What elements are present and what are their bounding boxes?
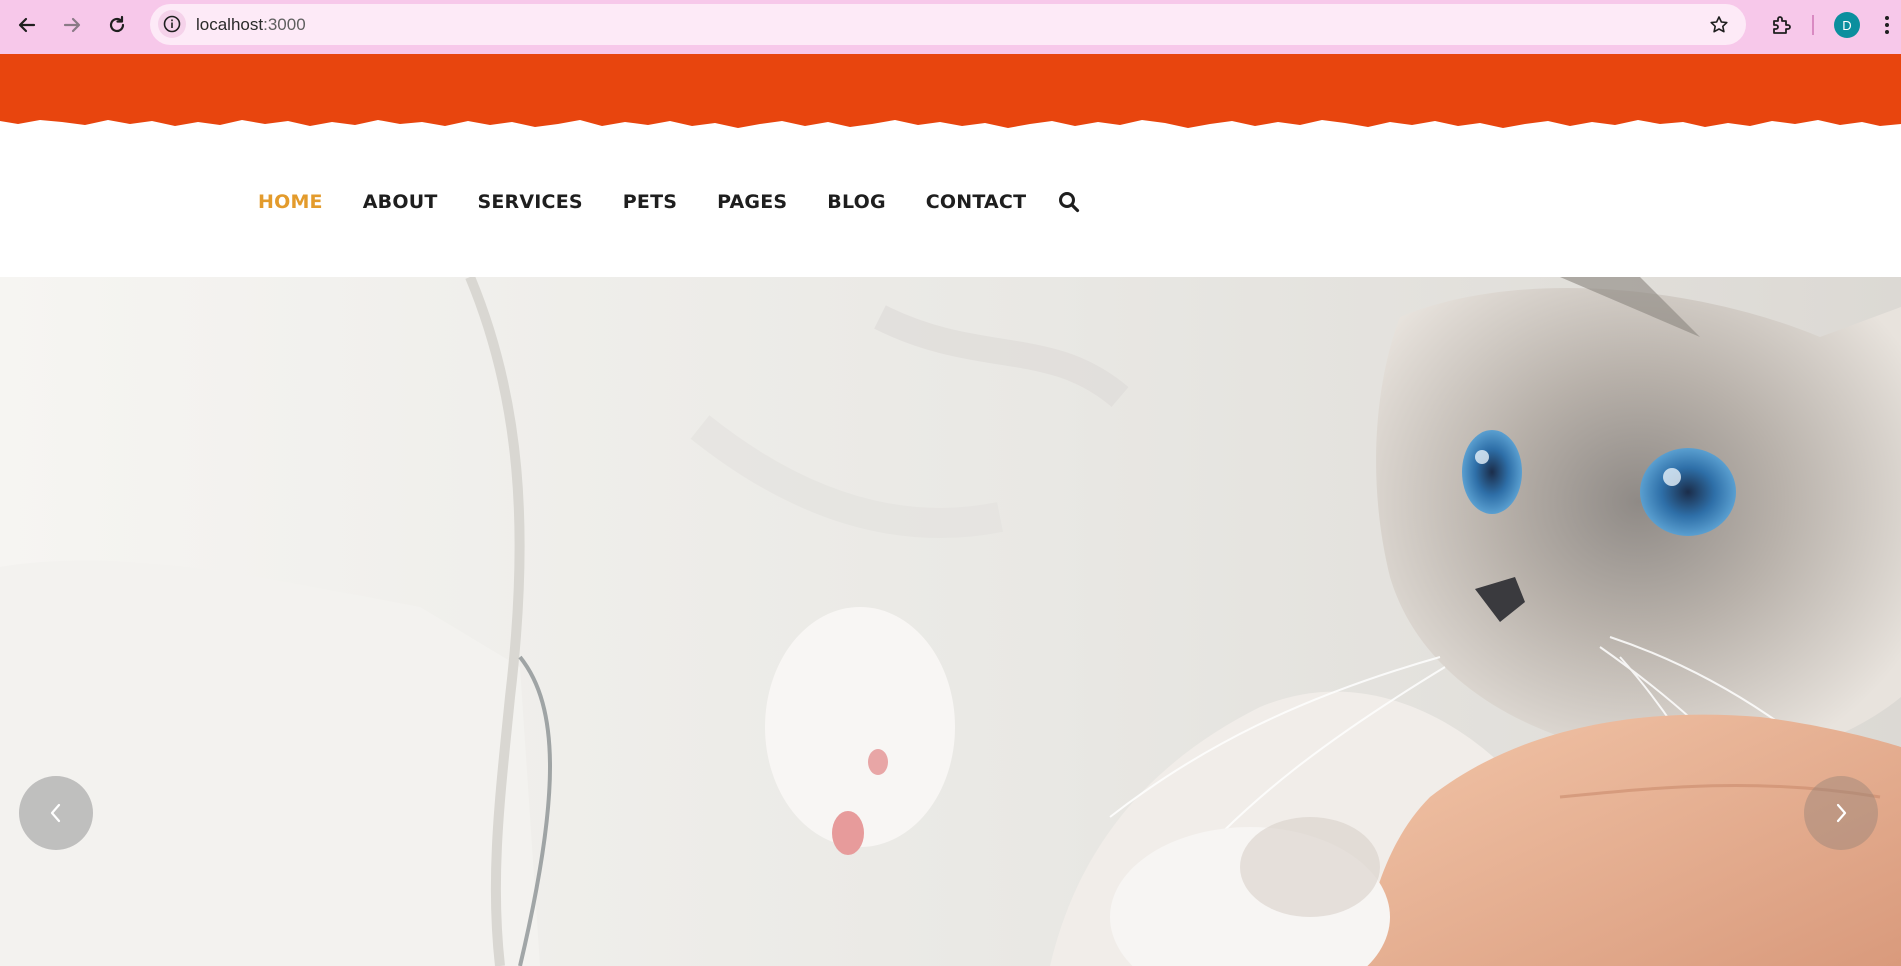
carousel-prev-button[interactable] (19, 776, 93, 850)
nav-pages[interactable]: PAGES (717, 191, 787, 213)
url-text[interactable]: localhost:3000 (196, 15, 306, 35)
hero-carousel (0, 277, 1901, 966)
main-navigation: HOME ABOUT SERVICES PETS PAGES BLOG CONT… (258, 190, 1082, 214)
url-port: :3000 (263, 15, 306, 34)
chevron-right-icon (1836, 803, 1847, 823)
reload-button[interactable] (100, 10, 134, 40)
nav-search-button[interactable] (1056, 189, 1082, 215)
bookmark-button[interactable] (1706, 12, 1732, 38)
kebab-menu-icon (1885, 16, 1889, 34)
arrow-left-icon (18, 17, 36, 33)
nav-blog[interactable]: BLOG (827, 191, 885, 213)
chevron-left-icon (50, 803, 61, 823)
nav-home[interactable]: HOME (258, 191, 323, 213)
carousel-next-button[interactable] (1804, 776, 1878, 850)
reload-icon (109, 15, 125, 33)
nav-services[interactable]: SERVICES (477, 191, 582, 213)
nav-about[interactable]: ABOUT (363, 191, 438, 213)
address-bar[interactable]: localhost:3000 (150, 4, 1746, 45)
back-button[interactable] (10, 10, 44, 40)
star-icon (1710, 16, 1728, 33)
toolbar-divider (1812, 15, 1814, 35)
browser-toolbar: localhost:3000 D (0, 0, 1901, 54)
browser-menu-button[interactable] (1879, 11, 1895, 39)
url-host: localhost (196, 15, 264, 34)
hero-image (0, 277, 1901, 966)
nav-contact[interactable]: CONTACT (926, 191, 1027, 213)
extensions-button[interactable] (1766, 10, 1796, 40)
search-icon (1059, 192, 1080, 213)
torn-edge-graphic (0, 54, 1901, 128)
puzzle-icon (1773, 16, 1791, 34)
arrow-right-icon (63, 17, 81, 33)
info-icon (163, 15, 181, 33)
forward-button[interactable] (55, 10, 89, 40)
site-info-button[interactable] (158, 10, 186, 38)
profile-avatar[interactable]: D (1834, 12, 1860, 38)
torn-paper-banner (0, 54, 1901, 140)
nav-pets[interactable]: PETS (623, 191, 677, 213)
